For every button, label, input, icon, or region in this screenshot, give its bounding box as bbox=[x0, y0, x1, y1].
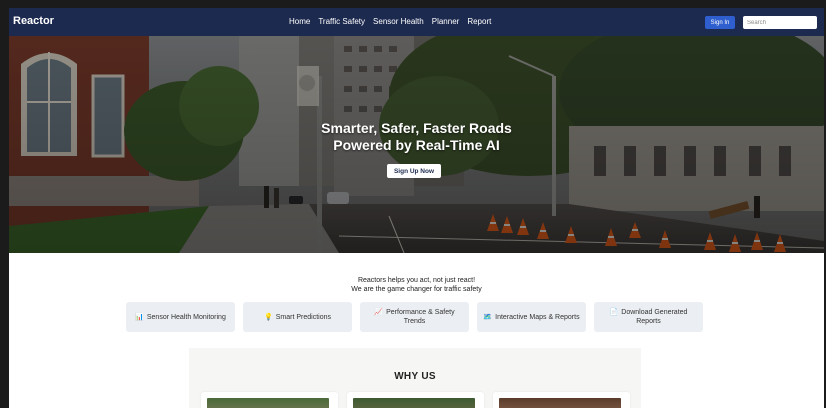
intro-text: Reactors helps you act, not just react! … bbox=[9, 276, 824, 294]
nav-link-traffic-safety[interactable]: Traffic Safety bbox=[318, 17, 365, 26]
map-icon: 🗺️ bbox=[483, 313, 493, 321]
feature-label: Smart Predictions bbox=[275, 313, 331, 321]
nav-link-home[interactable]: Home bbox=[289, 17, 310, 26]
feature-download-generated-reports[interactable]: 📄 Download Generated Reports bbox=[594, 302, 703, 332]
hero-headline-line-2: Powered by Real-Time AI bbox=[333, 137, 500, 153]
feature-label: Download Generated Reports bbox=[621, 309, 688, 325]
nav-link-planner[interactable]: Planner bbox=[432, 17, 460, 26]
hero-headline: Smarter, Safer, Faster Roads Powered by … bbox=[9, 120, 824, 154]
why-us-card-2[interactable] bbox=[347, 392, 484, 408]
feature-sensor-health-monitoring[interactable]: 📊 Sensor Health Monitoring bbox=[126, 302, 235, 332]
sign-up-now-button[interactable]: Sign Up Now bbox=[387, 164, 441, 178]
hero-headline-line-1: Smarter, Safer, Faster Roads bbox=[321, 120, 512, 136]
search-input[interactable] bbox=[743, 16, 817, 29]
lightbulb-icon: 💡 bbox=[264, 313, 273, 321]
intro-line-1: Reactors helps you act, not just react! bbox=[357, 277, 476, 284]
why-us-card-image bbox=[207, 398, 329, 408]
feature-interactive-maps-reports[interactable]: 🗺️ Interactive Maps & Reports bbox=[477, 302, 586, 332]
nav-link-report[interactable]: Report bbox=[467, 17, 491, 26]
nav-links: Home Traffic Safety Sensor Health Planne… bbox=[289, 17, 491, 26]
feature-label: Interactive Maps & Reports bbox=[495, 313, 580, 321]
document-icon: 📄 bbox=[609, 309, 619, 316]
why-us-section: WHY US bbox=[189, 348, 641, 408]
feature-list: 📊 Sensor Health Monitoring 💡 Smart Predict… bbox=[126, 302, 703, 332]
sign-in-button[interactable]: Sign In bbox=[705, 16, 735, 29]
top-navbar: Reactor Home Traffic Safety Sensor Healt… bbox=[9, 8, 824, 36]
feature-label: Sensor Health Monitoring bbox=[146, 313, 226, 321]
feature-performance-safety-trends[interactable]: 📈 Performance & Safety Trends bbox=[360, 302, 469, 332]
browser-window: Reactor Home Traffic Safety Sensor Healt… bbox=[9, 8, 824, 408]
feature-label: Performance & Safety Trends bbox=[386, 309, 455, 325]
trend-chart-icon: 📈 bbox=[374, 309, 384, 316]
nav-link-sensor-health[interactable]: Sensor Health bbox=[373, 17, 424, 26]
feature-smart-predictions[interactable]: 💡 Smart Predictions bbox=[243, 302, 352, 332]
bar-chart-icon: 📊 bbox=[135, 313, 144, 321]
why-us-card-image bbox=[353, 398, 475, 408]
why-us-card-image bbox=[499, 398, 621, 408]
hero-banner: Smarter, Safer, Faster Roads Powered by … bbox=[9, 36, 824, 253]
intro-line-2: We are the game changer for traffic safe… bbox=[351, 286, 482, 293]
why-us-card-3[interactable] bbox=[493, 392, 630, 408]
brand-logo[interactable]: Reactor bbox=[13, 15, 54, 27]
why-us-card-1[interactable] bbox=[201, 392, 338, 408]
why-us-title: WHY US bbox=[394, 371, 436, 382]
